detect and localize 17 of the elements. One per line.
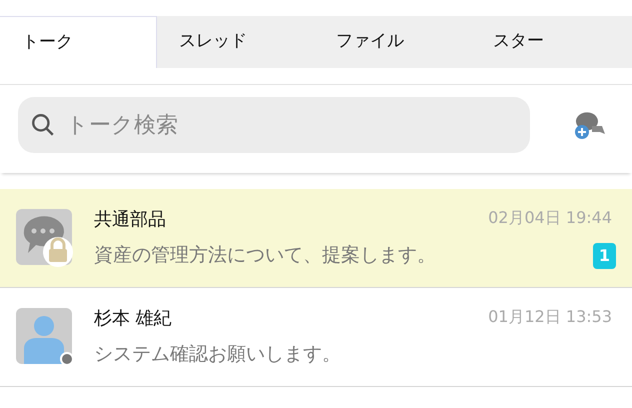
tab[interactable]: ファイル	[314, 16, 471, 68]
unread-count: 1	[592, 242, 616, 268]
tab[interactable]: スレッド	[157, 16, 314, 68]
person-avatar-icon	[16, 308, 72, 364]
tab[interactable]: トーク	[0, 16, 157, 68]
tab[interactable]: スター	[471, 16, 628, 68]
talk-name: 杉本 雄紀	[94, 307, 172, 332]
talk-row[interactable]: 共通部品 02月04日 19:44 資産の管理方法について、提案します。 1	[0, 189, 632, 288]
talk-time: 01月12日 13:53	[488, 306, 613, 328]
talk-name: 共通部品	[94, 208, 166, 232]
search-field[interactable]: トーク検索	[18, 97, 530, 153]
talk-time: 02月04日 19:44	[488, 207, 613, 230]
locked-group-chat-icon	[16, 209, 74, 267]
new-chat-icon[interactable]	[572, 110, 606, 140]
last-message: 資産の管理方法について、提案します。	[94, 243, 436, 268]
search-icon	[30, 112, 56, 138]
last-message: システム確認お願いします。	[94, 342, 341, 368]
